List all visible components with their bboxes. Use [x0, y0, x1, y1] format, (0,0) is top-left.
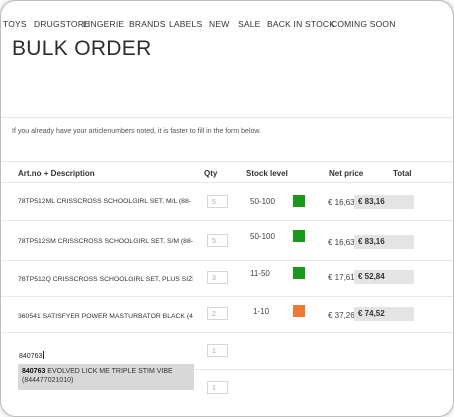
row-divider	[194, 369, 453, 370]
row-4-total: € 74,52	[354, 307, 414, 321]
header-divider	[1, 117, 453, 118]
nav-item-back-in-stock[interactable]: BACK IN STOCK	[267, 19, 335, 29]
row-2-qty-input[interactable]: 5	[207, 234, 228, 247]
row-divider	[1, 220, 453, 221]
row-1-qty-input[interactable]: 5	[207, 195, 228, 208]
nav-item-brands[interactable]: BRANDS	[129, 19, 166, 29]
text-cursor	[43, 351, 45, 359]
row-2-total: € 83,16	[354, 235, 414, 249]
row-1-stock-indicator	[293, 195, 305, 207]
col-header-price: Net price	[329, 169, 364, 178]
row-1-stock-level: 50-100	[250, 197, 275, 206]
page-frame: TOYS DRUGSTORE LINGERIE BRANDS LABELS NE…	[0, 0, 454, 417]
row-2-net-price: € 16,63	[328, 238, 355, 247]
row-3-qty-input[interactable]: 3	[207, 271, 228, 284]
row-2-description: 78TP512SM CRISSCROSS SCHOOLGIRL SET, S/M…	[18, 238, 193, 245]
row-2-stock-indicator	[293, 230, 305, 242]
header-row-divider	[1, 182, 453, 183]
col-header-artno: Art.no + Description	[18, 169, 95, 178]
row-2-stock-level: 50-100	[250, 232, 275, 241]
row-divider	[1, 260, 453, 261]
col-header-qty: Qty	[204, 169, 218, 178]
row-3-stock-indicator	[293, 267, 305, 279]
row-1-total: € 83,16	[354, 195, 414, 209]
table-top-divider	[1, 161, 453, 162]
artno-input[interactable]: 840763	[19, 351, 45, 360]
row-4-description: 360541 SATISFYER POWER MASTURBATOR BLACK…	[18, 313, 193, 320]
row-divider	[1, 296, 453, 297]
nav-item-drugstore[interactable]: DRUGSTORE	[34, 19, 90, 29]
row-3-total: € 52,84	[354, 270, 414, 284]
row-3-description: 78TP512Q CRISSCROSS SCHOOLGIRL SET, PLUS…	[18, 276, 193, 283]
row-4-net-price: € 37,26	[328, 311, 355, 320]
page-title: BULK ORDER	[12, 37, 152, 60]
suggestion-text: EVOLVED LICK ME TRIPLE STIM VIBE (844477…	[22, 368, 173, 384]
nav-item-labels[interactable]: LABELS	[169, 19, 202, 29]
suggestion-code: 840763	[22, 368, 46, 375]
nav-item-toys[interactable]: TOYS	[3, 19, 27, 29]
row-4-stock-indicator	[293, 305, 305, 317]
nav-item-coming-soon[interactable]: COMING SOON	[331, 19, 396, 29]
row-4-qty-input[interactable]: 2	[207, 307, 228, 320]
blank-row-qty-input[interactable]: 1	[207, 381, 228, 394]
nav-item-new[interactable]: NEW	[209, 19, 229, 29]
entry-qty-input[interactable]: 1	[207, 344, 228, 357]
row-4-stock-level: 1-10	[253, 307, 270, 316]
row-1-description: 78TP512ML CRISSCROSS SCHOOLGIRL SET, M/L…	[18, 198, 191, 205]
col-header-total: Total	[393, 169, 412, 178]
row-1-net-price: € 16,63	[328, 198, 355, 207]
row-3-net-price: € 17,61	[328, 273, 355, 282]
row-divider	[1, 332, 453, 333]
intro-text: If you already have your articlenumbers …	[12, 128, 262, 135]
col-header-stock: Stock level	[246, 169, 288, 178]
nav-item-sale[interactable]: SALE	[238, 19, 261, 29]
main-nav: TOYS DRUGSTORE LINGERIE BRANDS LABELS NE…	[1, 19, 453, 33]
nav-item-lingerie[interactable]: LINGERIE	[83, 19, 124, 29]
autocomplete-suggestion[interactable]: 840763 EVOLVED LICK ME TRIPLE STIM VIBE …	[18, 364, 194, 390]
artno-input-value: 840763	[19, 353, 43, 360]
row-3-stock-level: 11-50	[250, 269, 270, 278]
